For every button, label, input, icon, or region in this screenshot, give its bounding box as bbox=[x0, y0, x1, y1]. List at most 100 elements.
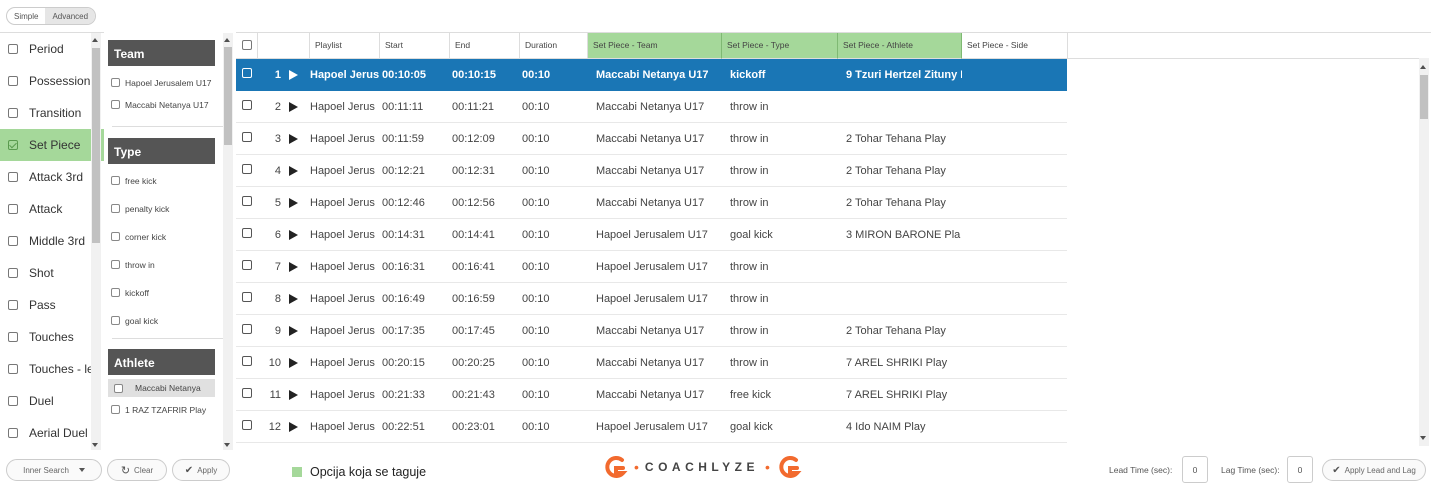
checkbox-icon[interactable] bbox=[242, 100, 252, 110]
category-scrollbar[interactable] bbox=[91, 33, 101, 450]
mode-simple[interactable]: Simple bbox=[7, 8, 45, 24]
checkbox-icon[interactable] bbox=[242, 260, 252, 270]
filter-scrollbar[interactable] bbox=[223, 33, 233, 450]
filter-option[interactable]: goal kick bbox=[106, 316, 224, 326]
checkbox-icon[interactable] bbox=[242, 324, 252, 334]
checkbox-icon[interactable] bbox=[111, 78, 120, 87]
checkbox-icon[interactable] bbox=[8, 108, 18, 118]
checkbox-icon[interactable] bbox=[242, 228, 252, 238]
table-row[interactable]: 10 Hapoel Jerus 00:20:15 00:20:25 00:10 Macca… bbox=[236, 347, 1067, 379]
play-icon[interactable] bbox=[289, 421, 298, 432]
play-icon[interactable] bbox=[289, 229, 298, 240]
mode-advanced[interactable]: Advanced bbox=[45, 8, 96, 24]
checkbox-icon[interactable] bbox=[111, 176, 120, 185]
scroll-down-arrow-icon[interactable] bbox=[1420, 436, 1426, 440]
checkbox-icon[interactable] bbox=[8, 236, 18, 246]
lead-time-input[interactable]: 0 bbox=[1182, 456, 1208, 483]
table-row[interactable]: 7 Hapoel Jerus 00:16:31 00:16:41 00:10 Hapoel… bbox=[236, 251, 1067, 283]
lag-time-input[interactable]: 0 bbox=[1287, 456, 1313, 483]
play-icon[interactable] bbox=[289, 325, 298, 336]
scroll-down-arrow-icon[interactable] bbox=[92, 443, 98, 447]
filter-option[interactable]: 1 RAZ TZAFRIR Play bbox=[106, 405, 224, 415]
filter-option[interactable]: kickoff bbox=[106, 288, 224, 298]
checkbox-icon[interactable] bbox=[8, 204, 18, 214]
filter-option[interactable]: throw in bbox=[106, 260, 224, 270]
scroll-up-arrow-icon[interactable] bbox=[224, 38, 230, 42]
category-item[interactable]: Shot bbox=[0, 257, 104, 289]
checkbox-icon[interactable] bbox=[242, 132, 252, 142]
table-row[interactable]: 8 Hapoel Jerus 00:16:49 00:16:59 00:10 Hapoel… bbox=[236, 283, 1067, 315]
category-item[interactable]: Period bbox=[0, 33, 104, 65]
checkbox-icon[interactable] bbox=[111, 316, 120, 325]
play-icon[interactable] bbox=[289, 389, 298, 400]
table-row[interactable]: 11 Hapoel Jerus 00:21:33 00:21:43 00:10 Macca… bbox=[236, 379, 1067, 411]
category-item[interactable]: Aerial Duel bbox=[0, 417, 104, 449]
category-item[interactable]: Possession bbox=[0, 65, 104, 97]
category-item[interactable]: Attack 3rd bbox=[0, 161, 104, 193]
checkbox-icon[interactable] bbox=[111, 204, 120, 213]
filter-option[interactable]: penalty kick bbox=[106, 204, 224, 214]
category-item[interactable]: Duel bbox=[0, 385, 104, 417]
play-icon[interactable] bbox=[289, 133, 298, 144]
checkbox-icon[interactable] bbox=[242, 196, 252, 206]
table-row[interactable]: 5 Hapoel Jerus 00:12:46 00:12:56 00:10 Maccab… bbox=[236, 187, 1067, 219]
scroll-up-arrow-icon[interactable] bbox=[92, 38, 98, 42]
category-item[interactable]: Pass bbox=[0, 289, 104, 321]
table-row[interactable]: 1 Hapoel Jerus 00:10:05 00:10:15 00:10 Maccab… bbox=[236, 59, 1067, 91]
category-item[interactable]: Middle 3rd bbox=[0, 225, 104, 257]
play-icon[interactable] bbox=[289, 293, 298, 304]
scroll-thumb[interactable] bbox=[92, 48, 100, 243]
table-row[interactable]: 12 Hapoel Jerus 00:22:51 00:23:01 00:10 Hapoe… bbox=[236, 411, 1067, 443]
table-row[interactable]: 2 Hapoel Jerus 00:11:11 00:11:21 00:10 Maccab… bbox=[236, 91, 1067, 123]
play-icon[interactable] bbox=[289, 101, 298, 112]
category-item[interactable]: Set Piece bbox=[0, 129, 104, 161]
select-all-header[interactable] bbox=[236, 33, 258, 59]
play-icon[interactable] bbox=[289, 261, 298, 272]
checkbox-icon[interactable] bbox=[111, 232, 120, 241]
category-item[interactable]: Touches bbox=[0, 321, 104, 353]
checkbox-icon[interactable] bbox=[8, 364, 18, 374]
checkbox-icon[interactable] bbox=[8, 76, 18, 86]
checkbox-icon[interactable] bbox=[242, 388, 252, 398]
checkbox-icon[interactable] bbox=[8, 268, 18, 278]
checkbox-icon[interactable] bbox=[111, 100, 120, 109]
filter-option[interactable]: Maccabi Netanya U17 bbox=[106, 100, 224, 110]
table-scrollbar[interactable] bbox=[1419, 58, 1429, 446]
play-icon[interactable] bbox=[289, 165, 298, 176]
category-item[interactable]: Touches - le bbox=[0, 353, 104, 385]
checkbox-icon[interactable] bbox=[114, 383, 123, 393]
checkbox-icon[interactable] bbox=[242, 164, 252, 174]
clear-button[interactable]: ↻ Clear bbox=[107, 459, 167, 481]
checkbox-icon[interactable] bbox=[8, 428, 18, 438]
scroll-thumb[interactable] bbox=[224, 47, 232, 145]
table-row[interactable]: 9 Hapoel Jerus 00:17:35 00:17:45 00:10 Maccab… bbox=[236, 315, 1067, 347]
checkbox-icon[interactable] bbox=[8, 172, 18, 182]
filter-option[interactable]: Hapoel Jerusalem U17 bbox=[106, 78, 224, 88]
checkbox-icon[interactable] bbox=[242, 420, 252, 430]
scroll-thumb[interactable] bbox=[1420, 75, 1428, 119]
scroll-up-arrow-icon[interactable] bbox=[1420, 65, 1426, 69]
inner-search-dropdown[interactable]: Inner Search bbox=[6, 459, 102, 481]
checkbox-icon[interactable] bbox=[111, 260, 120, 269]
category-item[interactable]: Attack bbox=[0, 193, 104, 225]
filter-option[interactable]: corner kick bbox=[106, 232, 224, 242]
checkbox-icon[interactable] bbox=[8, 140, 18, 150]
checkbox-icon[interactable] bbox=[8, 396, 18, 406]
checkbox-icon[interactable] bbox=[8, 44, 18, 54]
checkbox-icon[interactable] bbox=[111, 405, 120, 414]
table-row[interactable]: 6 Hapoel Jerus 00:14:31 00:14:41 00:10 Hapoel… bbox=[236, 219, 1067, 251]
checkbox-icon[interactable] bbox=[242, 292, 252, 302]
category-item[interactable]: Transition bbox=[0, 97, 104, 129]
play-icon[interactable] bbox=[289, 357, 298, 368]
checkbox-icon[interactable] bbox=[111, 288, 120, 297]
checkbox-icon[interactable] bbox=[242, 356, 252, 366]
scroll-down-arrow-icon[interactable] bbox=[224, 443, 230, 447]
table-row[interactable]: 3 Hapoel Jerus 00:11:59 00:12:09 00:10 Maccab… bbox=[236, 123, 1067, 155]
play-icon[interactable] bbox=[289, 197, 298, 208]
checkbox-icon[interactable] bbox=[242, 68, 252, 78]
checkbox-icon[interactable] bbox=[8, 300, 18, 310]
checkbox-icon[interactable] bbox=[242, 40, 252, 50]
play-icon[interactable] bbox=[289, 69, 298, 80]
apply-button[interactable]: ✔ Apply bbox=[172, 459, 230, 481]
table-row[interactable]: 4 Hapoel Jerus 00:12:21 00:12:31 00:10 Maccab… bbox=[236, 155, 1067, 187]
